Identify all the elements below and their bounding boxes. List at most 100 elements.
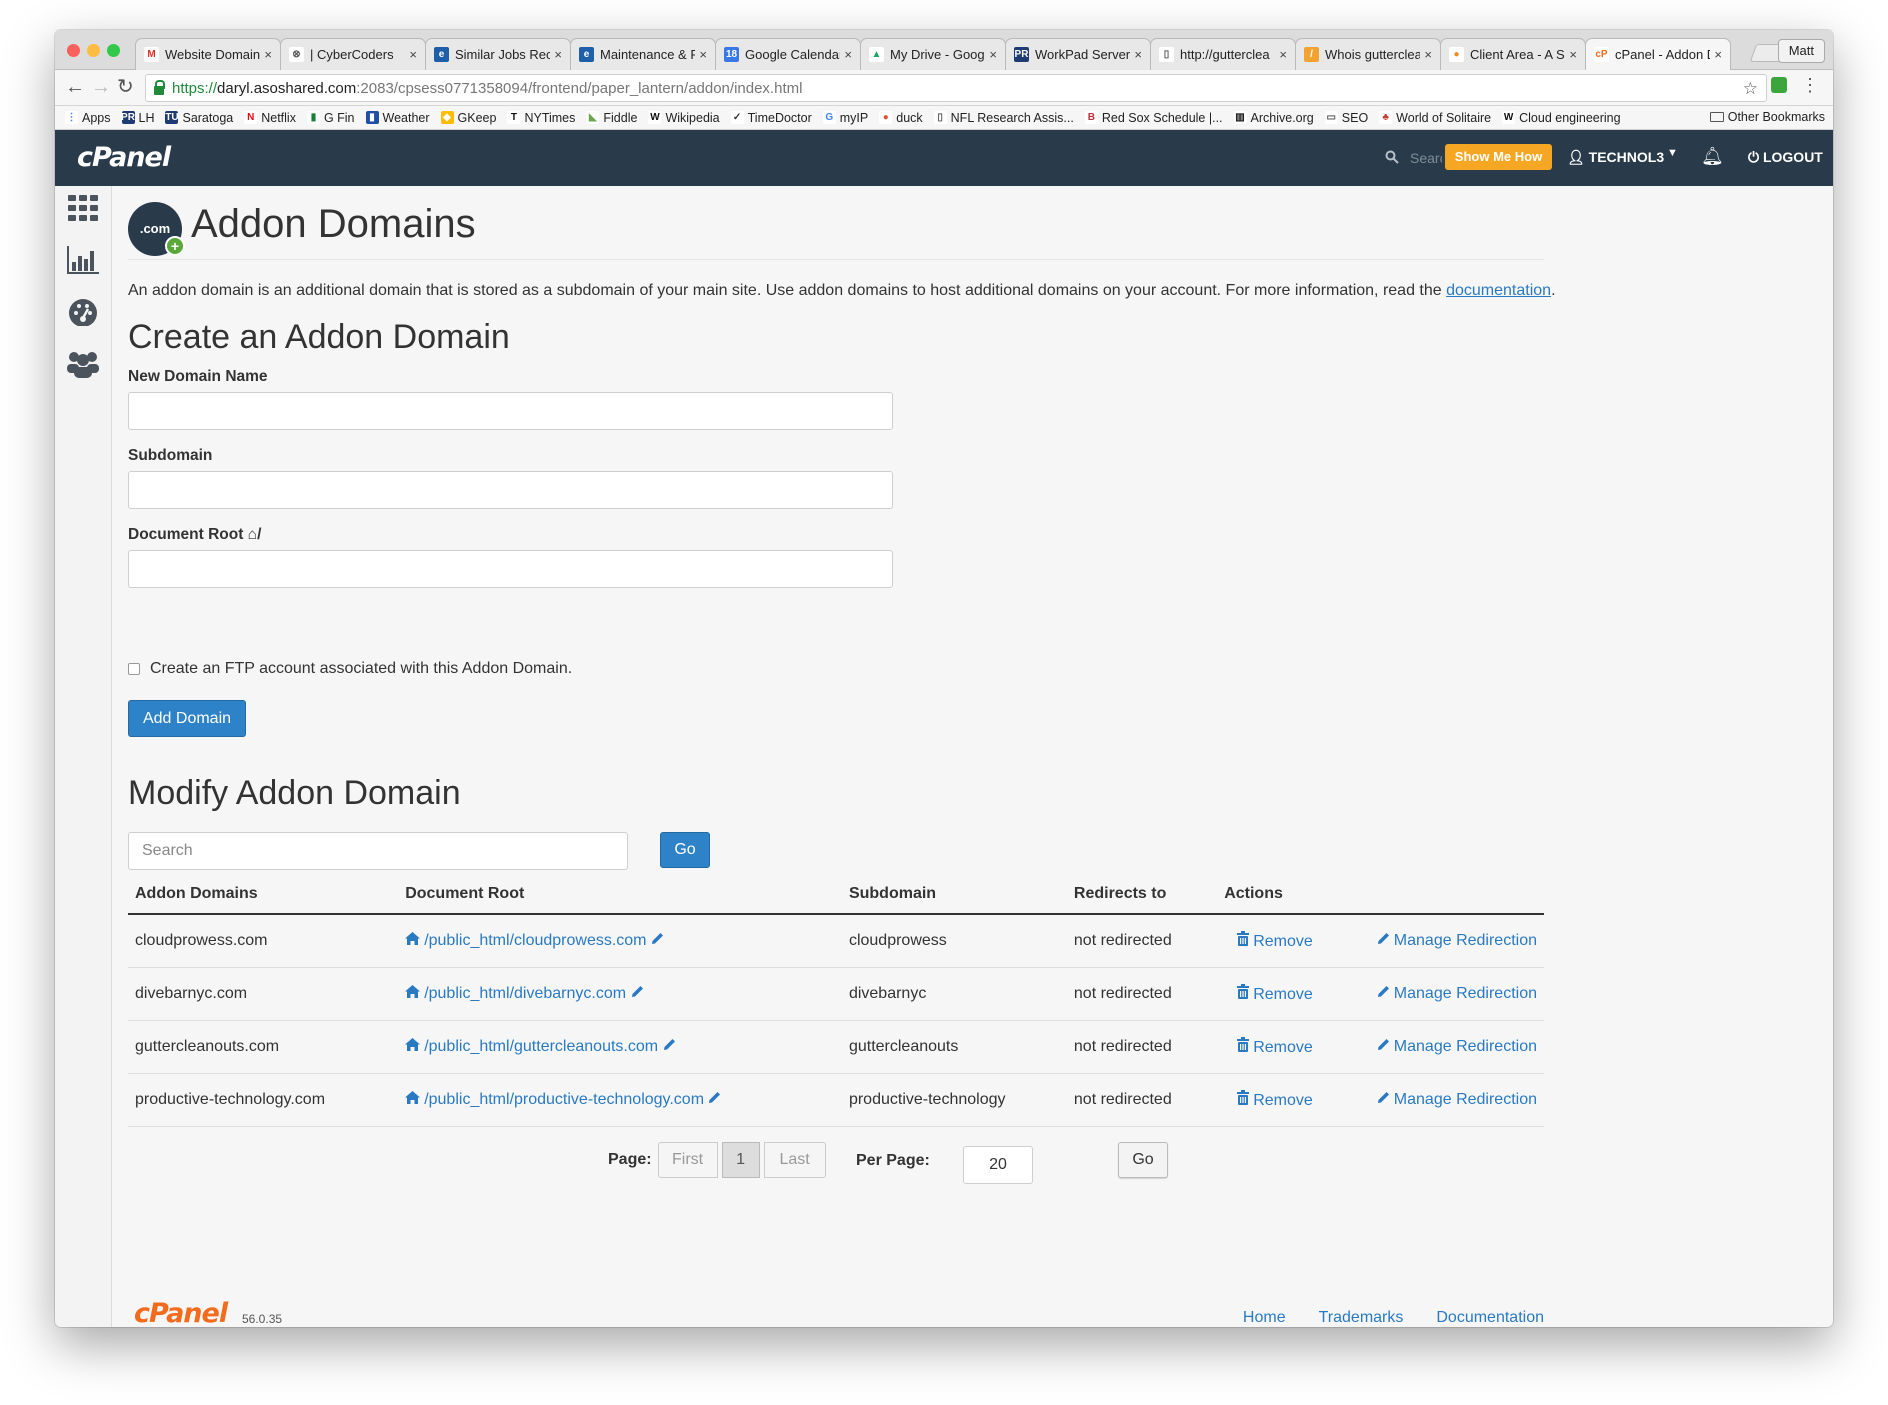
grid-icon[interactable] <box>67 192 99 224</box>
header-search-input[interactable]: Search <box>1410 150 1442 166</box>
search-input[interactable]: Search <box>128 832 628 870</box>
browser-tab[interactable]: ⊗ | CyberCoders × <box>280 38 426 70</box>
footer-documentation-link[interactable]: Documentation <box>1436 1309 1544 1327</box>
cpanel-logo[interactable]: cPanel <box>77 142 171 173</box>
footer-trademarks-link[interactable]: Trademarks <box>1319 1309 1404 1327</box>
browser-tab[interactable]: ▲ My Drive - Goog × <box>860 38 1006 70</box>
bookmark-star-icon[interactable]: ☆ <box>1743 79 1758 99</box>
remove-button[interactable]: Remove <box>1237 1089 1313 1109</box>
subdomain-input[interactable] <box>128 471 893 509</box>
stats-icon[interactable] <box>67 244 99 276</box>
new-domain-input[interactable] <box>128 392 893 430</box>
bell-icon[interactable]: 🔔︎ <box>1701 146 1724 167</box>
bookmark-item[interactable]: ▥ Archive.org <box>1233 111 1314 125</box>
bookmark-item[interactable]: PR LH <box>121 111 154 125</box>
extension-icon[interactable] <box>1771 77 1787 93</box>
close-tab-icon[interactable]: × <box>264 47 272 62</box>
dashboard-icon[interactable] <box>67 296 99 328</box>
col-subdomain[interactable]: Subdomain <box>841 874 1067 915</box>
bookmark-item[interactable]: ♣ World of Solitaire <box>1379 111 1491 125</box>
close-tab-icon[interactable]: × <box>554 47 562 62</box>
bookmark-item[interactable]: T NYTimes <box>507 111 575 125</box>
show-me-how-button[interactable]: Show Me How <box>1445 144 1552 170</box>
users-icon[interactable] <box>67 348 99 380</box>
bookmark-item[interactable]: ▯ NFL Research Assis... <box>933 111 1074 125</box>
minimize-window-button[interactable] <box>87 44 100 57</box>
edit-pencil-icon[interactable] <box>631 985 644 1003</box>
bookmark-item[interactable]: W Cloud engineering <box>1502 111 1621 125</box>
reload-icon[interactable]: ↻ <box>117 76 134 98</box>
bookmark-item[interactable]: W Wikipedia <box>648 111 720 125</box>
col-addon-domains[interactable]: Addon Domains <box>128 874 399 915</box>
other-bookmarks[interactable]: Other Bookmarks <box>1709 110 1825 124</box>
ftp-checkbox[interactable] <box>128 663 140 675</box>
browser-tab[interactable]: / Whois gutterclea × <box>1295 38 1441 70</box>
browser-tab[interactable]: ● Client Area - A S × <box>1440 38 1586 70</box>
footer-cpanel-logo[interactable]: cPanel <box>134 1298 228 1327</box>
manage-redirection-button[interactable]: Manage Redirection <box>1377 932 1537 949</box>
bookmark-item[interactable]: ▭ SEO <box>1324 111 1368 125</box>
manage-redirection-button[interactable]: Manage Redirection <box>1377 1038 1537 1055</box>
close-tab-icon[interactable]: × <box>409 47 417 62</box>
add-domain-button[interactable]: Add Domain <box>128 700 246 737</box>
close-tab-icon[interactable]: × <box>1569 47 1577 62</box>
remove-button[interactable]: Remove <box>1237 1036 1313 1056</box>
first-page-button[interactable]: First <box>657 1142 718 1178</box>
current-page-button[interactable]: 1 <box>721 1142 760 1178</box>
user-menu[interactable]: 👤︎ TECHNOL3 <box>1567 149 1664 166</box>
caret-down-icon[interactable]: ▼ <box>1667 147 1678 159</box>
browser-tab[interactable]: e Similar Jobs Rec × <box>425 38 571 70</box>
per-page-go-button[interactable]: Go <box>1118 1142 1168 1178</box>
edit-pencil-icon[interactable] <box>708 1091 721 1109</box>
zoom-window-button[interactable] <box>107 44 120 57</box>
docroot-link[interactable]: /public_html/guttercleanouts.com <box>405 1037 679 1056</box>
browser-tab[interactable]: ▯ http://gutterclea × <box>1150 38 1296 70</box>
close-tab-icon[interactable]: × <box>844 47 852 62</box>
browser-tab[interactable]: cP cPanel - Addon D × <box>1585 38 1731 70</box>
col-document-root[interactable]: Document Root <box>398 874 842 915</box>
close-tab-icon[interactable]: × <box>1134 47 1142 62</box>
search-icon[interactable] <box>1385 150 1399 167</box>
per-page-input[interactable]: 20 <box>963 1146 1033 1184</box>
manage-redirection-button[interactable]: Manage Redirection <box>1377 985 1537 1002</box>
bookmark-item[interactable]: ⋮ Apps <box>65 111 111 125</box>
browser-tab[interactable]: 18 Google Calendar × <box>715 38 861 70</box>
docroot-link[interactable]: /public_html/cloudprowess.com <box>405 931 668 950</box>
docroot-link[interactable]: /public_html/divebarnyc.com <box>405 984 647 1003</box>
edit-pencil-icon[interactable] <box>663 1038 676 1056</box>
bookmark-item[interactable]: N Netflix <box>244 111 296 125</box>
bookmark-item[interactable]: ◣ Fiddle <box>586 111 637 125</box>
bookmark-item[interactable]: ✓ TimeDoctor <box>730 111 812 125</box>
logout-button[interactable]: ⏻ LOGOUT <box>1748 149 1823 166</box>
manage-redirection-button[interactable]: Manage Redirection <box>1377 1091 1537 1108</box>
edit-pencil-icon[interactable] <box>651 932 664 950</box>
close-tab-icon[interactable]: × <box>1714 47 1722 62</box>
close-window-button[interactable] <box>67 44 80 57</box>
browser-tab[interactable]: PR WorkPad Server × <box>1005 38 1151 70</box>
col-redirects-to[interactable]: Redirects to <box>1066 874 1218 915</box>
bookmark-item[interactable]: ▮ G Fin <box>306 111 355 125</box>
last-page-button[interactable]: Last <box>763 1142 826 1178</box>
documentation-link[interactable]: documentation <box>1446 282 1551 299</box>
bookmark-item[interactable]: GmyIP <box>822 111 868 125</box>
url-bar[interactable]: https:// daryl.asoshared.com :2083/cpses… <box>145 74 1767 102</box>
bookmark-item[interactable]: ● duck <box>879 111 923 125</box>
close-tab-icon[interactable]: × <box>989 47 997 62</box>
bookmark-item[interactable]: ▮ Weather <box>365 111 430 125</box>
close-tab-icon[interactable]: × <box>1424 47 1432 62</box>
browser-tab[interactable]: e Maintenance & F × <box>570 38 716 70</box>
close-tab-icon[interactable]: × <box>1279 47 1287 62</box>
browser-tab[interactable]: M Website Domain × <box>135 38 281 70</box>
forward-arrow-icon[interactable]: → <box>91 76 111 98</box>
go-button[interactable]: Go <box>660 832 710 868</box>
docroot-link[interactable]: /public_html/productive-technology.com <box>405 1090 725 1109</box>
bookmark-item[interactable]: ◆ GKeep <box>440 111 496 125</box>
document-root-input[interactable] <box>128 550 893 588</box>
footer-home-link[interactable]: Home <box>1243 1309 1286 1327</box>
close-tab-icon[interactable]: × <box>699 47 707 62</box>
remove-button[interactable]: Remove <box>1237 930 1313 950</box>
bookmark-item[interactable]: TU Saratoga <box>165 111 233 125</box>
bookmark-item[interactable]: B Red Sox Schedule |... <box>1084 111 1223 125</box>
back-arrow-icon[interactable]: ← <box>65 76 85 98</box>
remove-button[interactable]: Remove <box>1237 983 1313 1003</box>
